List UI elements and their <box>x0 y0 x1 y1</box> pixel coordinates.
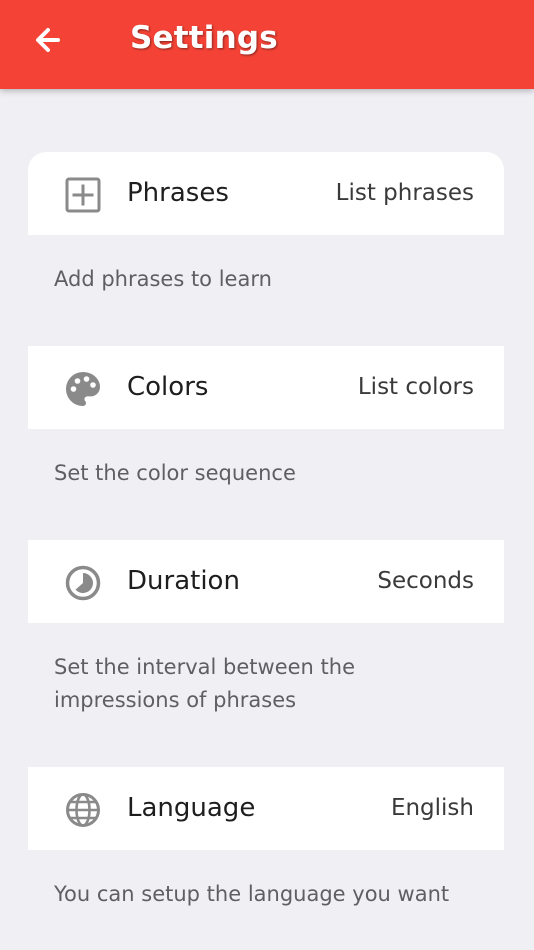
page-title: Settings <box>130 20 278 56</box>
settings-section-language: Language English You can setup the langu… <box>28 767 504 911</box>
setting-label: Phrases <box>127 178 229 208</box>
globe-icon <box>64 791 102 829</box>
setting-description: Set the interval between the impressions… <box>54 655 355 712</box>
setting-value: List colors <box>357 374 474 400</box>
settings-section-phrases: Phrases List phrases Add phrases to lear… <box>28 152 504 296</box>
setting-label: Language <box>127 793 256 823</box>
app-header: Settings <box>0 0 534 89</box>
settings-row-phrases[interactable]: Phrases List phrases <box>28 152 504 235</box>
settings-screen: Settings Phrases List phrases Add phrase… <box>0 0 534 950</box>
settings-row-language[interactable]: Language English <box>28 767 504 850</box>
setting-value: Seconds <box>377 568 474 594</box>
setting-label: Duration <box>127 566 240 596</box>
settings-section-colors: Colors List colors Set the color sequenc… <box>28 346 504 490</box>
settings-section-duration: Duration Seconds Set the interval betwee… <box>28 540 504 717</box>
settings-row-colors[interactable]: Colors List colors <box>28 346 504 429</box>
setting-description: Add phrases to learn <box>54 267 272 291</box>
timelapse-icon <box>64 564 102 602</box>
setting-description: Set the color sequence <box>54 461 296 485</box>
settings-row-duration[interactable]: Duration Seconds <box>28 540 504 623</box>
setting-value: English <box>390 795 474 821</box>
back-button[interactable] <box>28 18 72 62</box>
setting-label: Colors <box>127 372 209 402</box>
arrow-left-icon <box>36 28 60 52</box>
setting-value: List phrases <box>335 180 474 206</box>
palette-icon <box>64 370 102 408</box>
setting-description: You can setup the language you want <box>54 882 450 906</box>
add-box-icon <box>64 176 102 214</box>
